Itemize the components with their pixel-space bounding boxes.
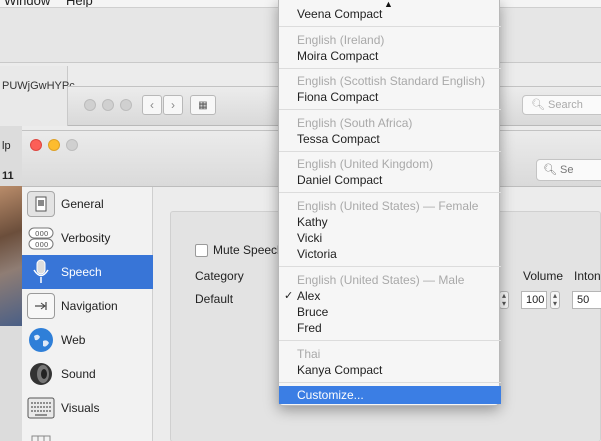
category-sidebar: General 000 000 Verbosity Speech Navigati… (22, 187, 153, 441)
volume-field[interactable]: 100 (521, 291, 547, 309)
search-input[interactable]: 🔍︎ Se (536, 159, 601, 181)
general-icon (27, 191, 55, 217)
globe-icon (27, 327, 55, 353)
svg-text:000: 000 (35, 230, 48, 238)
finder-search-input[interactable]: 🔍︎ Search (522, 95, 601, 115)
menu-separator (279, 340, 501, 341)
grid-icon: ▦ (198, 99, 208, 111)
menu-window[interactable]: Window (4, 0, 50, 7)
sidebar-item-label: Sound (61, 367, 96, 381)
zoom-button-inactive[interactable] (120, 99, 132, 111)
back-button[interactable]: ‹ (142, 95, 162, 115)
sidebar-item-label: General (61, 197, 104, 211)
category-value: Default (195, 292, 234, 306)
menu-separator (279, 192, 501, 193)
sidebar-item-general[interactable]: General (22, 187, 153, 221)
menu-item-veena[interactable]: Veena Compact (279, 5, 501, 23)
menu-help[interactable]: Help (66, 0, 93, 7)
menu-separator (279, 109, 501, 110)
voice-popup-menu: ▲ Veena Compact English (Ireland) Moira … (278, 0, 501, 406)
menu-item-victoria[interactable]: Victoria (279, 245, 501, 263)
forward-button[interactable]: › (163, 95, 183, 115)
background-photo (0, 186, 22, 326)
sidebar-item-label: Navigation (61, 299, 118, 313)
menu-separator (279, 266, 501, 267)
grid-icon (27, 429, 55, 441)
menu-separator (279, 68, 501, 69)
sidebar-item-speech[interactable]: Speech (22, 255, 153, 289)
verbosity-icon: 000 000 (27, 225, 55, 251)
column-header-intonation: Inton (574, 269, 601, 283)
chevron-left-icon: ‹ (150, 98, 154, 112)
menu-item-fred[interactable]: Fred (279, 319, 501, 337)
column-header-volume: Volume (523, 269, 564, 283)
close-button[interactable] (30, 139, 42, 151)
tab-number: 11 (2, 170, 14, 182)
sidebar-item-navigation[interactable]: Navigation (22, 289, 153, 323)
sidebar-item-partial[interactable] (22, 425, 153, 441)
volume-stepper[interactable]: ▴ ▾ (550, 291, 560, 309)
sidebar-item-web[interactable]: Web (22, 323, 153, 357)
menu-item-daniel[interactable]: Daniel Compact (279, 171, 501, 189)
search-icon: 🔍︎ (543, 164, 557, 176)
sidebar-item-label: Web (61, 333, 86, 347)
menu-item-customize[interactable]: Customize... (279, 386, 501, 404)
view-grid-button[interactable]: ▦ (190, 95, 216, 115)
sidebar-item-label: Verbosity (61, 231, 111, 245)
menu-item-moira[interactable]: Moira Compact (279, 47, 501, 65)
intonation-field[interactable]: 50 (572, 291, 601, 309)
menu-item-tessa[interactable]: Tessa Compact (279, 130, 501, 148)
minimize-button[interactable] (48, 139, 60, 151)
sidebar-item-verbosity[interactable]: 000 000 Verbosity (22, 221, 153, 255)
sidebar-item-label: Speech (61, 265, 102, 279)
speaker-icon (27, 361, 55, 387)
menu-separator (279, 151, 501, 152)
menu-item-fiona[interactable]: Fiona Compact (279, 88, 501, 106)
menu-item-kanya[interactable]: Kanya Compact (279, 361, 501, 379)
column-header-category: Category (195, 269, 244, 283)
minimize-button-inactive[interactable] (102, 99, 114, 111)
menu-separator (279, 382, 501, 383)
sidebar-item-visuals[interactable]: Visuals (22, 391, 153, 425)
browser-window-fragment: PUWjGwHYPc (0, 66, 75, 126)
keyboard-icon (27, 395, 55, 421)
navigation-icon (27, 293, 55, 319)
mute-speech-checkbox[interactable] (195, 244, 208, 257)
zoom-button[interactable] (66, 139, 78, 151)
chevron-right-icon: › (171, 98, 175, 112)
svg-text:000: 000 (35, 241, 48, 249)
mute-speech-label: Mute Speech (213, 243, 284, 257)
sidebar-item-label: Visuals (61, 401, 100, 415)
tab-fragment: lp (2, 140, 11, 152)
sidebar-item-sound[interactable]: Sound (22, 357, 153, 391)
url-fragment[interactable]: PUWjGwHYPc (2, 80, 75, 92)
search-icon: 🔍︎ (531, 99, 545, 111)
microphone-icon (27, 259, 55, 285)
close-button-inactive[interactable] (84, 99, 96, 111)
menu-separator (279, 26, 501, 27)
